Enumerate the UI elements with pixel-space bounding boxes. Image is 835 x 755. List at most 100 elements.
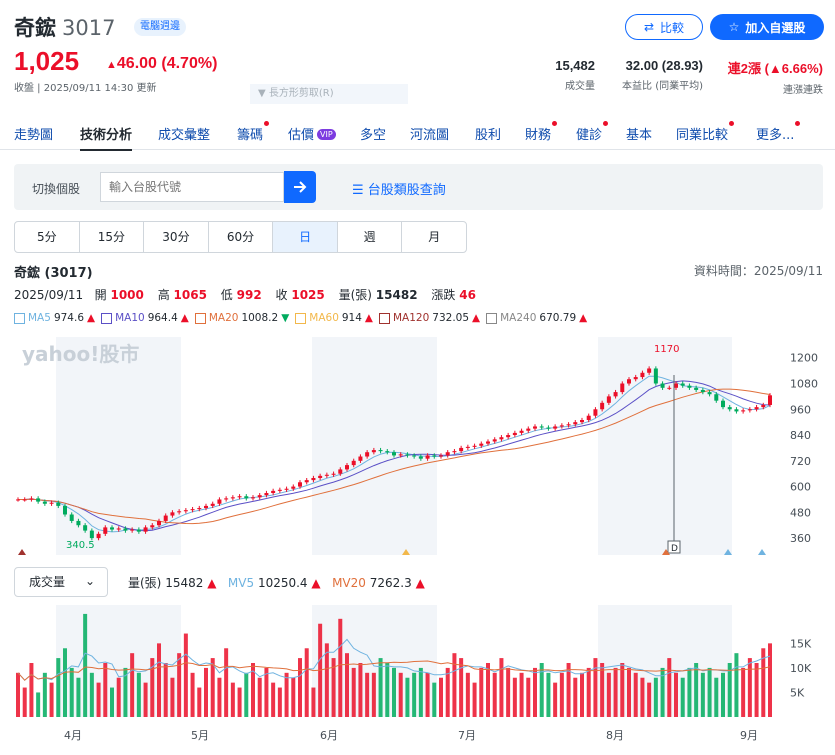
tab-basic[interactable]: 基本	[626, 124, 652, 143]
tab-valuation[interactable]: 估價 VIP	[288, 124, 336, 143]
add-watchlist-button[interactable]: ☆ 加入自選股	[710, 14, 824, 40]
star-icon: ☆	[728, 20, 740, 34]
candle-body	[479, 443, 484, 446]
volume-bar	[237, 687, 242, 717]
tab-peers[interactable]: 同業比較	[676, 121, 735, 143]
tab-river[interactable]: 河流圖	[410, 124, 449, 143]
snip-tooltip: ▼ 長方形剪取(R)	[250, 84, 408, 104]
tab-trades[interactable]: 成交彙整	[158, 124, 210, 143]
candle-body	[230, 497, 235, 499]
volume-bar	[714, 677, 719, 717]
volume-bar	[284, 672, 289, 717]
volume-bar	[613, 667, 618, 717]
ma-legend-ma5[interactable]: MA5 974.6 ▲	[14, 312, 95, 324]
tab-dividend[interactable]: 股利	[475, 124, 501, 143]
stat-pe: 32.00 (28.93) 本益比 (同業平均)	[622, 58, 703, 92]
compare-button[interactable]: ⇄ 比較	[625, 14, 703, 40]
candle-body	[580, 420, 584, 423]
stock-search-input[interactable]	[100, 172, 284, 202]
tab-diagnosis[interactable]: 健診	[576, 121, 609, 143]
volume-tick-label: 15K	[790, 637, 812, 650]
price-chart[interactable]: yahoo!股市 1200 1080 960 840 720 600 480 360 1170 34…	[14, 337, 823, 555]
ma-legend-ma120[interactable]: MA120 732.05 ▲	[379, 312, 480, 324]
candle-body	[606, 396, 611, 403]
tab-technical[interactable]: 技術分析	[80, 124, 133, 151]
volume-bar	[452, 653, 457, 717]
candle-body	[331, 473, 336, 475]
candle-body	[586, 415, 591, 421]
candle-body	[439, 455, 443, 457]
candle-body	[526, 428, 531, 431]
candle-body	[197, 508, 202, 510]
sector-browse-link[interactable]: ☰ 台股類股查詢	[352, 179, 446, 198]
volume-bar	[116, 677, 121, 717]
candle-body	[452, 451, 457, 453]
ma-legend-ma20[interactable]: MA20 1008.2 ▼	[194, 312, 289, 324]
candle-body	[351, 460, 356, 466]
candle-body	[721, 400, 725, 408]
candle-body	[707, 392, 712, 395]
volume-bar	[741, 667, 746, 717]
candle-body	[96, 533, 101, 539]
tab-more[interactable]: 更多...	[756, 121, 801, 143]
period-60min[interactable]: 60分	[209, 222, 274, 252]
candle-body	[653, 368, 658, 384]
checkbox-icon	[295, 312, 307, 324]
candle-body	[204, 505, 208, 509]
period-day[interactable]: 日	[273, 222, 338, 252]
volume-chart[interactable]: 15K 10K 5K	[14, 605, 823, 717]
candle-body	[613, 392, 618, 397]
candle-body	[324, 474, 329, 476]
candle-body	[761, 404, 766, 408]
period-5min[interactable]: 5分	[15, 222, 80, 252]
ma-legend-ma240[interactable]: MA240 670.79 ▲	[486, 312, 587, 324]
volume-bar	[197, 687, 202, 717]
volume-bar	[627, 667, 631, 717]
ma-legend-ma60[interactable]: MA60 914 ▲	[295, 312, 373, 324]
volume-bar	[412, 672, 417, 717]
candle-body	[425, 455, 430, 459]
volume-bar	[351, 667, 356, 717]
period-month[interactable]: 月	[402, 222, 466, 252]
candle-body	[237, 496, 242, 498]
candle-body	[284, 488, 289, 490]
candle-body	[405, 454, 410, 456]
candle-body	[754, 407, 759, 410]
candle-body	[210, 503, 215, 506]
price-tick-label: 960	[790, 403, 811, 416]
volume-bar	[83, 613, 88, 717]
candle-body	[49, 502, 54, 504]
candle-body	[727, 407, 732, 410]
volume-bar	[29, 663, 34, 717]
industry-badge[interactable]: 電腦週邊	[134, 18, 186, 36]
period-30min[interactable]: 30分	[144, 222, 209, 252]
period-15min[interactable]: 15分	[80, 222, 145, 252]
indicator-select[interactable]: 成交量 ⌄	[14, 567, 108, 597]
month-label: 8月	[606, 729, 624, 742]
volume-bar	[257, 677, 262, 717]
candle-body	[694, 387, 699, 390]
volume-bar	[754, 663, 759, 717]
high-annotation: 1170	[654, 344, 679, 355]
period-week[interactable]: 週	[338, 222, 403, 252]
event-marker	[18, 549, 26, 555]
candle-body	[298, 482, 302, 487]
tab-financial[interactable]: 財務	[525, 121, 558, 143]
checkbox-icon	[14, 312, 25, 324]
tab-trend[interactable]: 走勢圖	[14, 124, 53, 143]
volume-bar	[694, 663, 699, 717]
volume-bar	[42, 672, 47, 717]
tab-chips[interactable]: 籌碼	[237, 121, 270, 143]
candle-body	[747, 409, 752, 411]
volume-bar	[224, 648, 229, 717]
search-submit-button[interactable]	[284, 171, 316, 203]
candle-body	[163, 515, 168, 521]
candle-body	[714, 394, 719, 401]
tab-bull-bear[interactable]: 多空	[360, 124, 386, 143]
candle-body	[459, 447, 464, 452]
arrow-right-icon	[294, 181, 307, 193]
ma-legend-ma10[interactable]: MA10 964.4 ▲	[101, 312, 189, 324]
candle-body	[36, 498, 41, 502]
candle-body	[271, 490, 276, 494]
volume-bar	[707, 667, 712, 717]
